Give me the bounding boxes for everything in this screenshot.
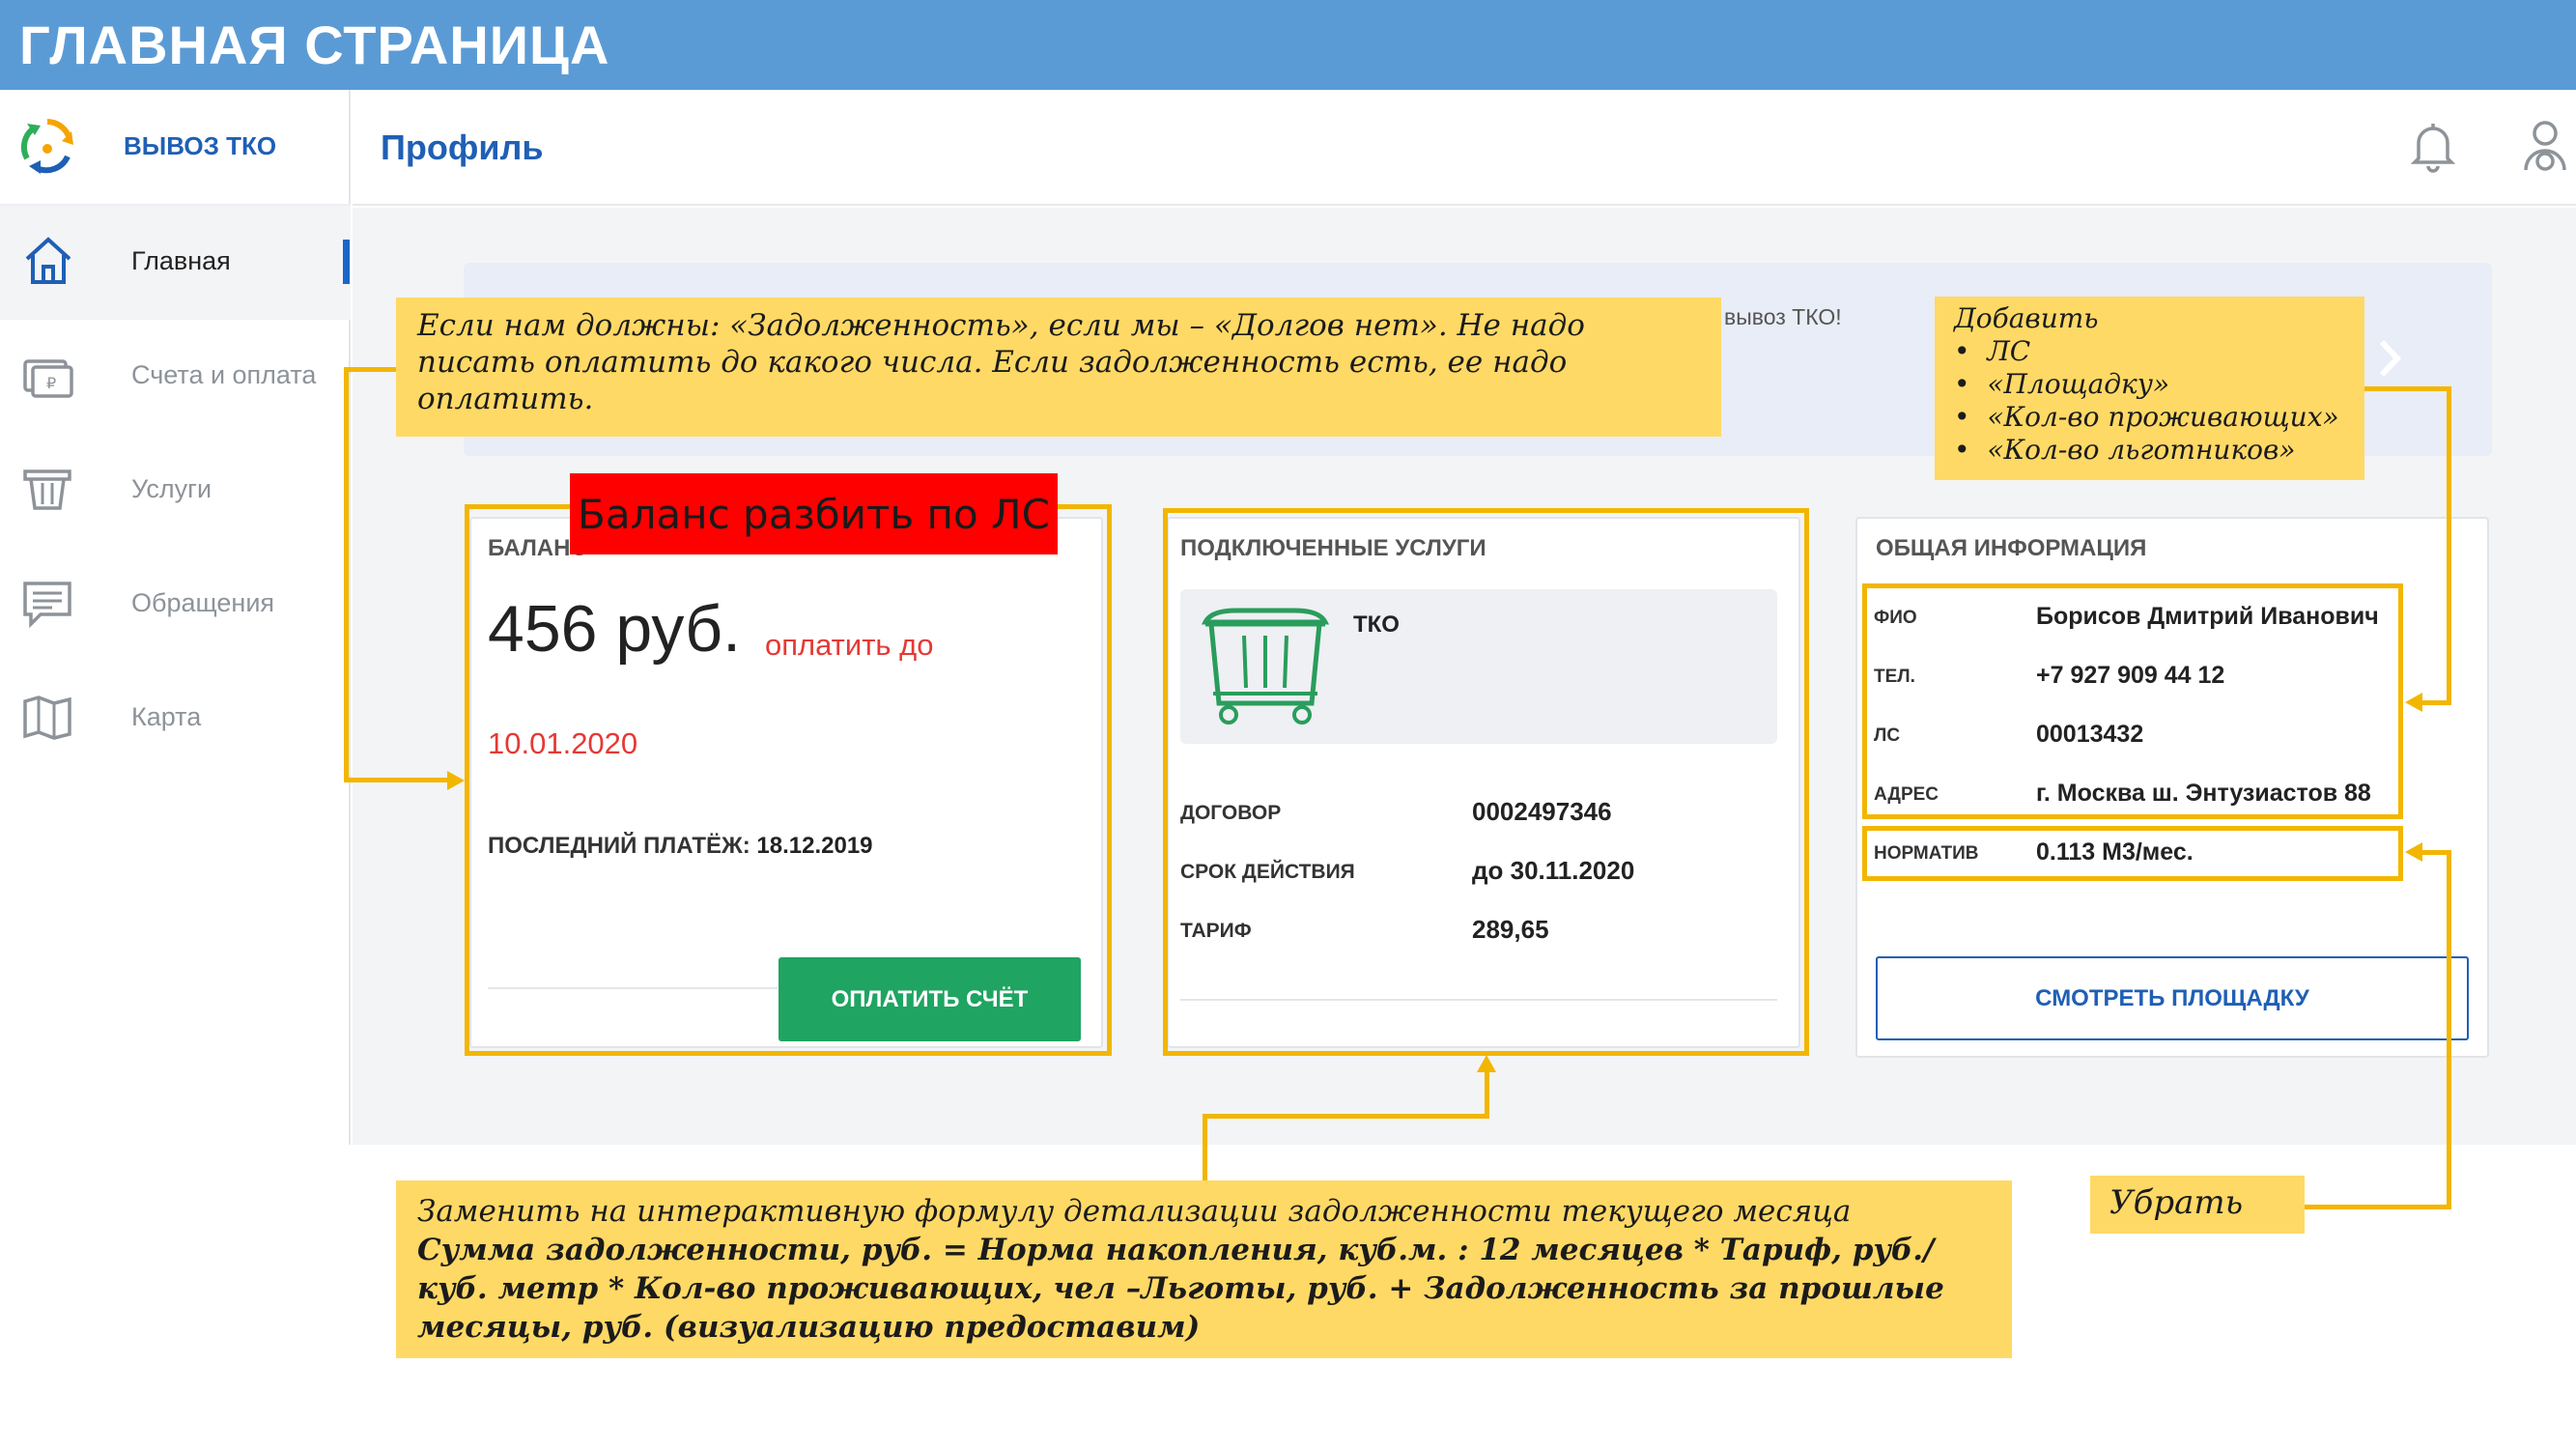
connector-line bbox=[2447, 850, 2451, 1209]
logo-text: ВЫВОЗ ТКО bbox=[124, 131, 277, 160]
chevron-right-icon[interactable] bbox=[2376, 338, 2403, 379]
highlight-info-box bbox=[1862, 583, 2403, 819]
highlight-norm-box bbox=[1862, 826, 2403, 881]
debt-note: Если нам должны: «Задолженность», если м… bbox=[396, 298, 1721, 437]
connector-line bbox=[1485, 1070, 1489, 1119]
bills-icon: ₽ bbox=[21, 350, 75, 404]
home-icon bbox=[21, 234, 75, 288]
map-icon bbox=[21, 692, 75, 746]
arrow-head bbox=[2405, 693, 2422, 712]
arrow-head bbox=[1477, 1055, 1496, 1072]
slide-title: ГЛАВНАЯ СТРАНИЦА bbox=[19, 14, 610, 75]
active-indicator bbox=[343, 240, 350, 284]
highlight-services-box bbox=[1163, 508, 1809, 1056]
header bbox=[353, 90, 2576, 206]
add-note-item-text: «Площадку» bbox=[1987, 368, 2170, 400]
sidebar-item-label: Услуги bbox=[131, 474, 212, 503]
connector-line bbox=[2303, 1205, 2451, 1209]
connector-line bbox=[2420, 700, 2451, 705]
sidebar-item-label: Счета и оплата bbox=[131, 360, 317, 389]
sidebar-item-label: Карта bbox=[131, 702, 202, 731]
add-note-title: Добавить bbox=[1954, 302, 2099, 334]
sidebar-item-label: Обращения bbox=[131, 588, 275, 617]
connector-line bbox=[344, 367, 349, 782]
user-icon[interactable] bbox=[2521, 118, 2569, 176]
arrow-head bbox=[2405, 842, 2422, 862]
svg-text:₽: ₽ bbox=[46, 374, 56, 392]
connector-line bbox=[344, 367, 398, 372]
remove-note: Убрать bbox=[2090, 1176, 2305, 1234]
arrow-head bbox=[447, 771, 465, 790]
connector-line bbox=[2420, 850, 2451, 855]
services-icon bbox=[21, 464, 75, 518]
highlight-balance-box bbox=[465, 504, 1112, 1056]
connector-line bbox=[2447, 386, 2451, 705]
add-note-item: • «Кол-во проживающих» bbox=[1954, 401, 2339, 433]
messages-icon bbox=[21, 578, 75, 632]
logo-icon[interactable] bbox=[15, 114, 79, 178]
bell-icon[interactable] bbox=[2411, 120, 2455, 174]
sidebar-item-label: Главная bbox=[131, 246, 231, 275]
page-title: Профиль bbox=[381, 128, 544, 167]
add-note-item-text: ЛС bbox=[1987, 335, 2031, 367]
formula-note: Заменить на интерактивную формулу детали… bbox=[396, 1180, 2012, 1358]
connector-line bbox=[344, 778, 450, 782]
add-note-item: • ЛС bbox=[1954, 335, 2031, 367]
add-note-item-text: «Кол-во льготников» bbox=[1987, 434, 2296, 466]
connector-line bbox=[2364, 386, 2451, 391]
view-site-button[interactable]: СМОТРЕТЬ ПЛОЩАДКУ bbox=[1876, 956, 2469, 1040]
add-note-item-text: «Кол-во проживающих» bbox=[1987, 401, 2339, 433]
balance-split-note: Баланс разбить по ЛС bbox=[570, 473, 1058, 554]
formula-note-line1: Заменить на интерактивную формулу детали… bbox=[417, 1194, 1852, 1229]
add-note-item: • «Кол-во льготников» bbox=[1954, 434, 2296, 466]
formula-note-line2: Сумма задолженности, руб. = Норма накопл… bbox=[417, 1233, 1944, 1345]
add-note-item: • «Площадку» bbox=[1954, 368, 2170, 400]
banner-text: вывоз ТКО! bbox=[1724, 304, 1842, 329]
info-title: ОБЩАЯ ИНФОРМАЦИЯ bbox=[1876, 535, 2147, 561]
add-note: Добавить • ЛС • «Площадку» • «Кол-во про… bbox=[1935, 297, 2364, 480]
connector-line bbox=[1203, 1114, 1207, 1183]
connector-line bbox=[1203, 1114, 1489, 1119]
